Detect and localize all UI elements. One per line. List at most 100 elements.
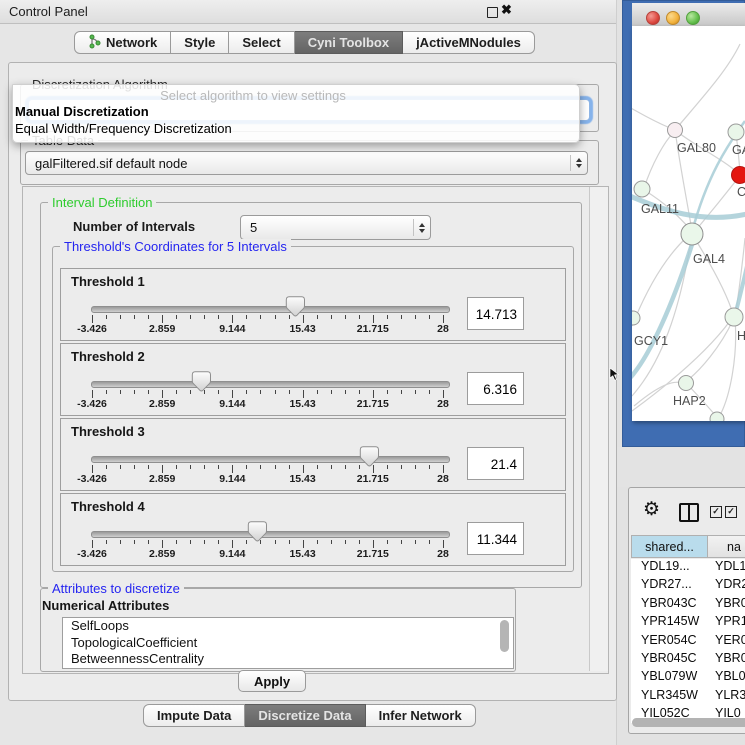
close-traffic-light-icon[interactable] xyxy=(646,11,660,25)
gear-icon[interactable]: ⚙ xyxy=(643,498,660,521)
split-columns-icon[interactable] xyxy=(679,503,699,522)
table-row[interactable]: YDL19...YDL1 xyxy=(631,559,745,577)
vertical-scrollbar[interactable] xyxy=(589,187,608,671)
column-header-na[interactable]: na xyxy=(708,535,745,558)
tab-select[interactable]: Select xyxy=(229,31,294,54)
slider-tick-label: 28 xyxy=(411,473,475,485)
threshold-label: Threshold 4 xyxy=(71,499,145,514)
cell-shared-name[interactable]: YBL079W xyxy=(631,669,708,687)
cell-name[interactable]: YER0 xyxy=(708,633,745,651)
slider-tick xyxy=(190,315,191,319)
network-node-gcy1[interactable] xyxy=(632,311,640,325)
cell-shared-name[interactable]: YDR27... xyxy=(631,577,708,595)
network-node-c[interactable] xyxy=(732,167,745,184)
table-row[interactable]: YPR145WYPR1 xyxy=(631,614,745,632)
slider-track[interactable] xyxy=(91,531,450,538)
slider-tick xyxy=(120,465,121,469)
threshold-value-field[interactable]: 6.316 xyxy=(467,372,524,405)
tab-infer-network[interactable]: Infer Network xyxy=(366,704,476,727)
slider-tick xyxy=(275,315,276,319)
network-node[interactable] xyxy=(710,412,724,421)
slider-tick xyxy=(260,390,261,394)
network-canvas[interactable]: GAL80GACGAL11GAL4GCY1HHAP2 xyxy=(632,26,745,421)
number-of-intervals-spinner[interactable]: 5 xyxy=(240,215,431,240)
network-node-gal4[interactable] xyxy=(681,223,703,245)
table-row[interactable]: YLR345WYLR3 xyxy=(631,688,745,706)
table-row[interactable]: YER054CYER0 xyxy=(631,633,745,651)
tab-discretize-data[interactable]: Discretize Data xyxy=(245,704,365,727)
cell-shared-name[interactable]: YPR145W xyxy=(631,614,708,632)
slider-thumb[interactable] xyxy=(359,446,379,472)
cell-name[interactable]: YPR1 xyxy=(708,614,745,632)
horizontal-scrollbar-thumb[interactable] xyxy=(632,718,745,727)
slider-track[interactable] xyxy=(91,381,450,388)
tab-cyni-toolbox[interactable]: Cyni Toolbox xyxy=(295,31,403,54)
threshold-value-field[interactable]: 14.713 xyxy=(467,297,524,330)
cell-shared-name[interactable]: YDL19... xyxy=(631,559,708,577)
table-row[interactable]: YDR27...YDR2 xyxy=(631,577,745,595)
group-title: Interval Definition xyxy=(48,195,156,210)
table-row[interactable]: YBR043CYBR0 xyxy=(631,596,745,614)
list-scrollbar-thumb[interactable] xyxy=(500,620,509,652)
slider-tick xyxy=(148,540,149,544)
cell-shared-name[interactable]: YLR345W xyxy=(631,688,708,706)
popup-option-equal-width-frequency[interactable]: Equal Width/Frequency Discretization xyxy=(15,121,232,136)
attribute-list-item[interactable]: SelfLoops xyxy=(63,618,513,635)
threshold-value-field[interactable]: 21.4 xyxy=(467,447,524,480)
checkbox-icon[interactable]: ✓ xyxy=(710,506,722,518)
cell-shared-name[interactable]: YBR045C xyxy=(631,651,708,669)
slider-tick-label: 28 xyxy=(411,548,475,560)
tab-style[interactable]: Style xyxy=(171,31,229,54)
network-node-h[interactable] xyxy=(725,308,743,326)
table-data-combobox[interactable]: galFiltered.sif default node xyxy=(25,151,588,175)
cell-name[interactable]: YBR0 xyxy=(708,596,745,614)
table-row[interactable]: YBR045CYBR0 xyxy=(631,651,745,669)
network-node-hap2[interactable] xyxy=(679,376,694,391)
slider-tick xyxy=(162,390,163,398)
slider-thumb[interactable] xyxy=(247,521,267,547)
slider-tick xyxy=(232,315,233,323)
checkbox-icon[interactable]: ✓ xyxy=(725,506,737,518)
cell-name[interactable]: YDL1 xyxy=(708,559,745,577)
network-node-label: GAL11 xyxy=(641,202,679,216)
cell-name[interactable]: YLR3 xyxy=(708,688,745,706)
apply-button[interactable]: Apply xyxy=(238,670,306,692)
slider-tick xyxy=(415,465,416,469)
attribute-list-item[interactable]: TopologicalCoefficient xyxy=(63,635,513,652)
float-window-icon[interactable] xyxy=(487,7,498,18)
table-rows: YDL19...YDL1YDR27...YDR2YBR043CYBR0YPR14… xyxy=(631,559,745,723)
mouse-cursor xyxy=(609,368,620,381)
minimize-traffic-light-icon[interactable] xyxy=(666,11,680,25)
table-row[interactable]: YBL079WYBL0 xyxy=(631,669,745,687)
network-node-gal11[interactable] xyxy=(634,181,650,197)
column-header-shared[interactable]: shared... xyxy=(631,535,708,558)
combobox-arrows-icon[interactable] xyxy=(570,155,587,170)
spinner-arrows-icon[interactable] xyxy=(413,219,430,235)
cell-shared-name[interactable]: YER054C xyxy=(631,633,708,651)
threshold-value-field[interactable]: 11.344 xyxy=(467,522,524,555)
tab-jactivemnodules[interactable]: jActiveMNodules xyxy=(403,31,535,54)
slider-tick xyxy=(176,540,177,544)
slider-track[interactable] xyxy=(91,456,450,463)
cell-name[interactable]: YBL0 xyxy=(708,669,745,687)
network-node-ga[interactable] xyxy=(728,124,744,140)
slider-tick xyxy=(429,315,430,319)
threshold-panel-2: Threshold 2-3.4262.8599.14415.4321.71528… xyxy=(60,343,566,416)
attribute-list-item[interactable]: BetweennessCentrality xyxy=(63,651,513,668)
slider-tick xyxy=(148,390,149,394)
cell-name[interactable]: YDR2 xyxy=(708,577,745,595)
slider-tick xyxy=(345,540,346,544)
tab-impute-data[interactable]: Impute Data xyxy=(143,704,245,727)
network-node-gal80[interactable] xyxy=(668,123,683,138)
popup-option-manual-discretization[interactable]: Manual Discretization xyxy=(15,104,149,119)
tab-network[interactable]: Network xyxy=(74,31,171,54)
slider-thumb[interactable] xyxy=(285,296,305,322)
zoom-traffic-light-icon[interactable] xyxy=(686,11,700,25)
slider-thumb[interactable] xyxy=(191,371,211,397)
numerical-attributes-list[interactable]: SelfLoopsTopologicalCoefficientBetweenne… xyxy=(62,617,514,669)
cell-shared-name[interactable]: YBR043C xyxy=(631,596,708,614)
slider-track[interactable] xyxy=(91,306,450,313)
cell-name[interactable]: YBR0 xyxy=(708,651,745,669)
close-icon[interactable]: ✖ xyxy=(501,2,512,18)
control-panel-titlebar: Control Panel ✖ xyxy=(0,0,616,24)
